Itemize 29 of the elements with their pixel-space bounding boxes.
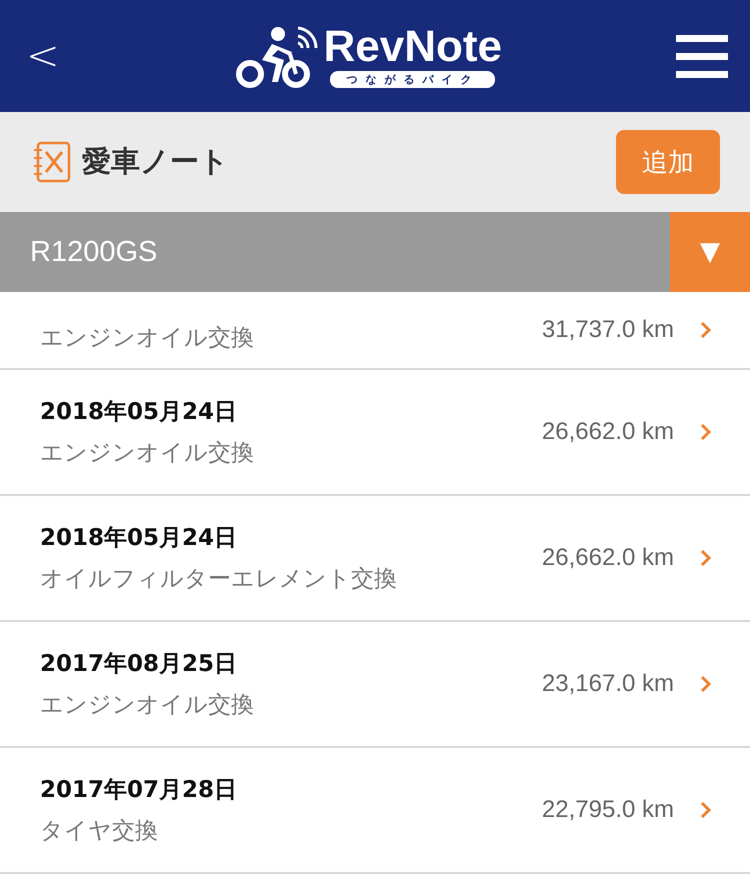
chevron-right-icon <box>700 801 712 819</box>
record-row[interactable]: 2017年08月25日 エンジンオイル交換 23,167.0 km <box>0 622 750 748</box>
record-description: オイルフィルターエレメント交換 <box>40 565 398 594</box>
record-description: エンジンオイル交換 <box>40 439 255 468</box>
record-description: エンジンオイル交換 <box>40 324 255 352</box>
odometer-reading: 26,662.0 km <box>542 544 674 572</box>
chevron-right-icon <box>700 423 712 441</box>
odometer-reading: 23,167.0 km <box>542 670 674 698</box>
page-title: 愛車ノート <box>82 143 230 180</box>
record-date: 2018年05月24日 <box>40 524 238 553</box>
chevron-right-icon <box>700 675 712 693</box>
odometer-reading: 22,795.0 km <box>542 796 674 824</box>
record-row[interactable]: エンジンオイル交換 31,737.0 km <box>0 292 750 370</box>
notebook-tools-icon <box>32 140 72 184</box>
record-description: タイヤ交換 <box>40 817 159 846</box>
record-date: 2017年08月25日 <box>40 650 238 679</box>
odometer-reading: 31,737.0 km <box>542 316 674 344</box>
record-description: エンジンオイル交換 <box>40 691 255 720</box>
record-date: 2018年05月24日 <box>40 398 238 427</box>
back-button[interactable]: < <box>20 33 66 79</box>
record-row[interactable]: 2018年05月24日 エンジンオイル交換 26,662.0 km <box>0 370 750 496</box>
logo-title: RevNote <box>324 24 502 68</box>
chevron-right-icon <box>700 549 712 567</box>
record-date: 2017年07月28日 <box>40 776 238 805</box>
record-row[interactable]: 2018年05月24日 オイルフィルターエレメント交換 26,662.0 km <box>0 496 750 622</box>
record-row[interactable]: 2017年07月28日 タイヤ交換 22,795.0 km <box>0 748 750 874</box>
chevron-right-icon <box>700 321 712 339</box>
logo-tagline: つながるバイク <box>330 70 496 88</box>
odometer-reading: 26,662.0 km <box>542 418 674 446</box>
